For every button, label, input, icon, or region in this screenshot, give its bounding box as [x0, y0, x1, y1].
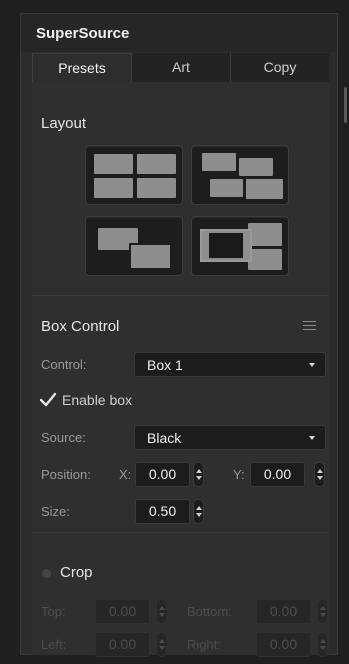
preset-box — [202, 153, 236, 171]
size-label: Size: — [41, 504, 70, 519]
source-dropdown[interactable]: Black — [134, 425, 326, 450]
crop-top-stepper[interactable] — [156, 599, 167, 624]
enable-box-checkbox[interactable] — [39, 391, 57, 409]
preset-box — [239, 158, 273, 176]
position-label: Position: — [41, 467, 91, 482]
crop-top-label: Top: — [41, 604, 66, 619]
preset-art-with-boxes[interactable] — [191, 216, 289, 276]
source-label: Source: — [41, 430, 86, 445]
preset-box — [210, 179, 243, 197]
control-value: Box 1 — [147, 357, 183, 373]
supersource-panel: SuperSource Presets Art Copy Layout Box … — [20, 13, 347, 657]
tab-copy[interactable]: Copy — [231, 53, 329, 82]
crop-left-label: Left: — [41, 637, 67, 652]
tab-bar: Presets Art Copy — [32, 53, 329, 82]
box-control-title: Box Control — [41, 318, 120, 335]
preset-inner-area — [209, 233, 243, 258]
crop-bottom-field[interactable]: 0.00 — [256, 599, 311, 624]
position-x-stepper[interactable] — [193, 462, 204, 487]
preset-box — [137, 178, 176, 198]
position-y-field[interactable]: 0.00 — [250, 462, 305, 487]
preset-staggered-boxes[interactable] — [191, 145, 289, 205]
crop-left-field[interactable]: 0.00 — [95, 632, 150, 657]
box-control-section: Box Control Control: Box 1 Enable box So… — [32, 296, 329, 533]
control-dropdown[interactable]: Box 1 — [134, 352, 326, 377]
crop-section: Crop Top: 0.00 Bottom: 0.00 Left: 0.00 R… — [32, 533, 329, 657]
layout-section: Layout — [32, 82, 329, 296]
tab-presets[interactable]: Presets — [32, 53, 132, 82]
crop-title: Crop — [60, 564, 93, 581]
crop-right-stepper[interactable] — [317, 632, 328, 657]
y-label: Y: — [233, 467, 245, 482]
crop-right-label: Right: — [187, 637, 221, 652]
x-label: X: — [119, 467, 132, 482]
preset-four-box-grid[interactable] — [85, 145, 183, 205]
layout-title: Layout — [41, 115, 87, 132]
preset-box — [129, 243, 172, 270]
source-value: Black — [147, 430, 182, 446]
chevron-down-icon — [309, 436, 315, 440]
control-label: Control: — [41, 357, 87, 372]
chevron-down-icon — [309, 363, 315, 367]
preset-box — [248, 249, 282, 270]
crop-left-stepper[interactable] — [156, 632, 167, 657]
preset-two-box-overlap[interactable] — [85, 216, 183, 276]
crop-top-field[interactable]: 0.00 — [95, 599, 150, 624]
preset-box — [94, 178, 133, 198]
panel-title: SuperSource — [36, 25, 130, 42]
size-field[interactable]: 0.50 — [135, 499, 190, 524]
preset-box — [137, 154, 176, 174]
crop-bottom-stepper[interactable] — [317, 599, 328, 624]
tab-art[interactable]: Art — [132, 53, 231, 82]
crop-right-field[interactable]: 0.00 — [256, 632, 311, 657]
scrollbar[interactable] — [344, 87, 347, 123]
preset-box — [94, 154, 133, 174]
position-x-field[interactable]: 0.00 — [135, 462, 190, 487]
panel-header: SuperSource — [21, 14, 337, 52]
crop-bottom-label: Bottom: — [187, 604, 232, 619]
crop-toggle[interactable] — [42, 569, 51, 578]
preset-frame — [200, 229, 252, 262]
preset-box — [246, 179, 283, 199]
position-y-stepper[interactable] — [314, 462, 325, 487]
size-stepper[interactable] — [193, 499, 204, 524]
enable-box-label: Enable box — [62, 392, 133, 408]
menu-icon[interactable] — [303, 321, 316, 333]
preset-box — [248, 223, 282, 246]
